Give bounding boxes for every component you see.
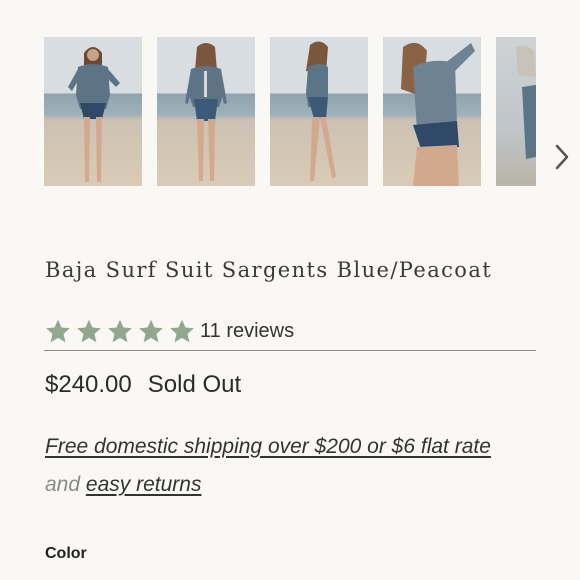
- gallery-thumbnail-4[interactable]: [383, 37, 481, 186]
- color-option-label: Color: [45, 545, 87, 562]
- product-price: $240.00: [45, 371, 132, 398]
- product-image-gallery: [44, 37, 580, 212]
- product-rating[interactable]: 11 reviews: [44, 318, 294, 345]
- returns-info: and easy returns: [45, 473, 201, 497]
- star-icon: [139, 319, 163, 343]
- reviews-count-link[interactable]: 11 reviews: [200, 320, 294, 343]
- star-icon: [77, 319, 101, 343]
- shipping-info-link[interactable]: Free domestic shipping over $200 or $6 f…: [45, 435, 491, 459]
- availability-status: Sold Out: [147, 371, 242, 398]
- star-icon: [46, 319, 70, 343]
- gallery-thumbnail-3[interactable]: [270, 37, 368, 186]
- gallery-thumbnail-2[interactable]: [157, 37, 255, 186]
- returns-prefix: and: [45, 473, 81, 496]
- easy-returns-link[interactable]: easy returns: [86, 473, 202, 496]
- gallery-thumbnail-5[interactable]: [496, 37, 536, 186]
- chevron-right-icon: [555, 144, 569, 170]
- price-row: $240.00 Sold Out: [45, 371, 241, 399]
- gallery-thumbnail-1[interactable]: [44, 37, 142, 186]
- star-icon: [108, 319, 132, 343]
- divider: [44, 350, 536, 351]
- gallery-next-button[interactable]: [550, 142, 574, 172]
- product-title: Baja Surf Suit Sargents Blue/Peacoat: [45, 258, 493, 282]
- star-rating: [44, 318, 196, 345]
- star-icon: [170, 319, 194, 343]
